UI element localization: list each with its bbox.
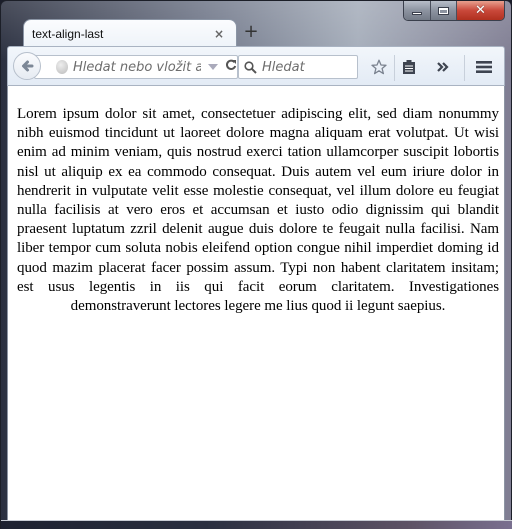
lorem-paragraph: Lorem ipsum dolor sit amet, consectetuer… — [17, 106, 499, 315]
bookmark-button[interactable] — [370, 56, 388, 78]
search-bar[interactable] — [238, 55, 358, 79]
overflow-button[interactable] — [434, 56, 452, 78]
search-icon — [244, 61, 257, 74]
url-input[interactable] — [73, 59, 201, 75]
bookmark-star-icon — [371, 59, 387, 75]
page-content: Lorem ipsum dolor sit amet, consectetuer… — [7, 86, 505, 520]
close-window-button[interactable]: ✕ — [457, 1, 504, 20]
reading-list-icon — [403, 60, 415, 74]
globe-icon — [55, 60, 68, 74]
maximize-button[interactable] — [431, 1, 457, 20]
maximize-icon — [438, 6, 449, 15]
menu-button[interactable] — [474, 56, 494, 78]
reload-icon[interactable] — [225, 59, 237, 75]
reading-list-button[interactable] — [400, 56, 418, 78]
browser-window: ✕ text-align-last × + Hledat nebo vložit… — [0, 0, 512, 529]
minimize-icon — [412, 12, 422, 15]
new-tab-button[interactable]: + — [243, 23, 259, 41]
dropdown-icon[interactable] — [208, 64, 218, 70]
window-controls: ✕ — [403, 1, 505, 21]
navigation-toolbar — [7, 46, 505, 86]
tab-title: text-align-last — [32, 26, 104, 41]
url-bar[interactable] — [34, 55, 238, 79]
close-icon: ✕ — [475, 3, 486, 18]
tab-close-icon[interactable]: × — [212, 27, 226, 41]
hamburger-menu-icon — [476, 61, 492, 73]
overflow-chevron-icon — [437, 62, 449, 72]
minimize-button[interactable] — [404, 1, 431, 20]
toolbar-separator — [394, 55, 395, 81]
back-button[interactable] — [13, 52, 41, 80]
tab-text-align-last[interactable]: text-align-last × — [23, 19, 237, 47]
back-arrow-icon — [22, 60, 34, 72]
search-input[interactable] — [262, 59, 352, 75]
toolbar-separator — [464, 55, 465, 81]
